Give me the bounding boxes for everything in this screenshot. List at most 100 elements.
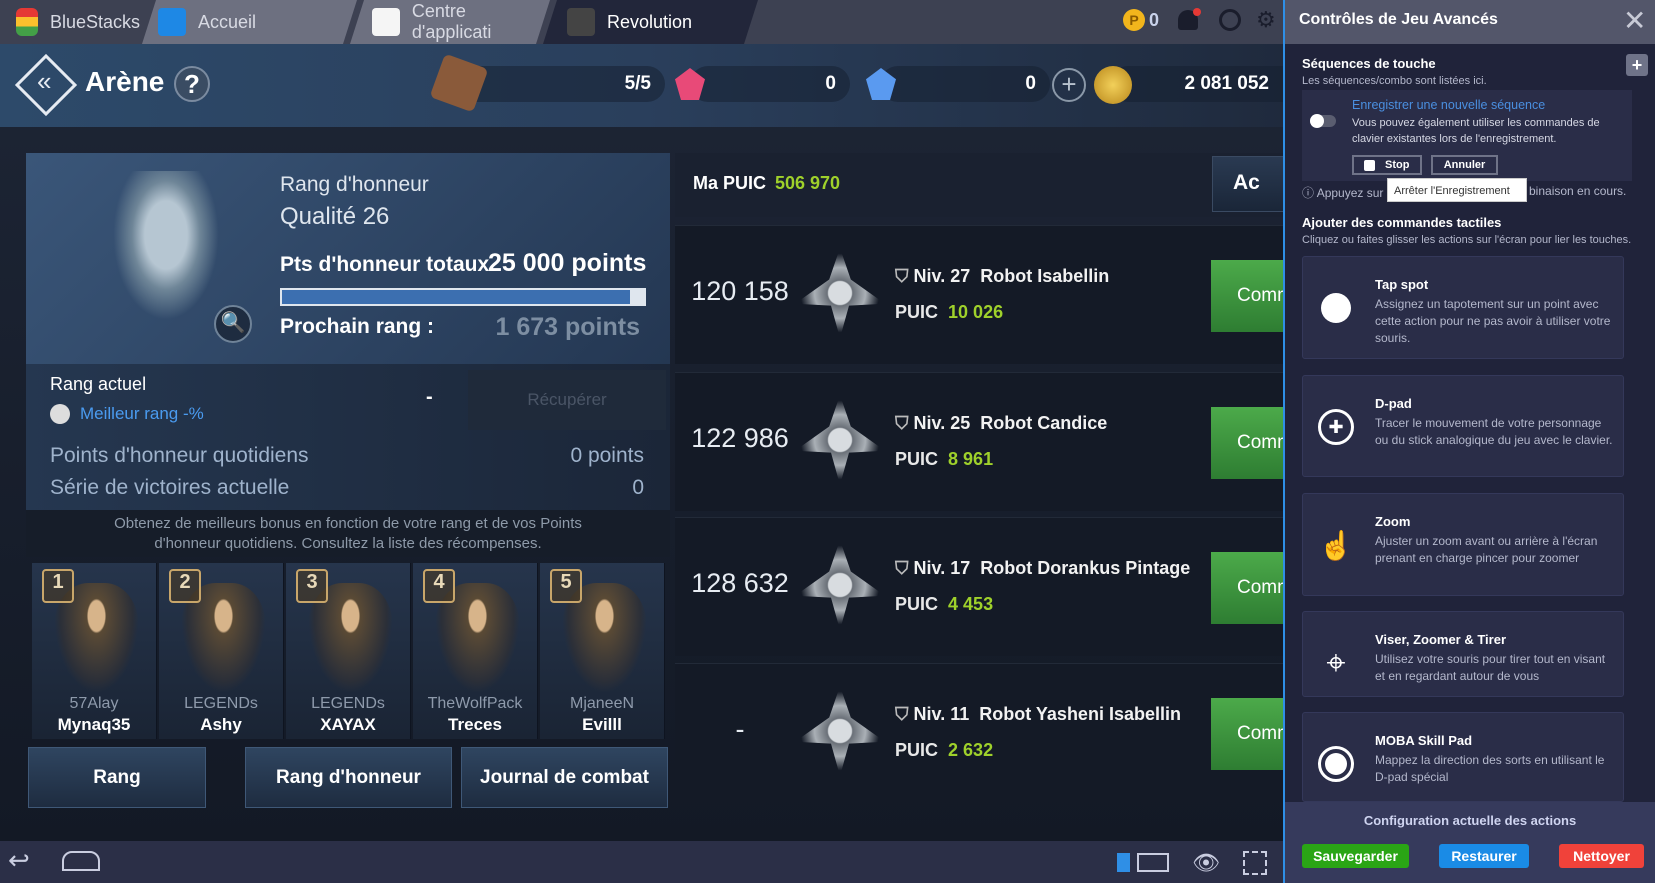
eye-icon[interactable]: 👁: [1192, 850, 1220, 876]
keyboard-icon[interactable]: [1137, 853, 1169, 872]
gold-counter: 2 081 052: [1110, 66, 1283, 102]
fight-button[interactable]: Comm: [1211, 552, 1293, 624]
shield-icon: ⛉: [895, 266, 914, 286]
control-description: Tracer le mouvement de votre personnage …: [1375, 416, 1613, 447]
dpad-icon: ✚: [1317, 408, 1355, 446]
control-title: Viser, Zoomer & Tirer: [1375, 632, 1507, 647]
rank-button[interactable]: Rang: [28, 747, 206, 808]
best-rank-link[interactable]: Meilleur rang -%: [80, 404, 204, 424]
opponent-row: 120 158 ⛉ Niv. 27 Robot Isabellin PUIC 10 …: [675, 225, 1293, 364]
footer-title: Configuration actuelle des actions: [1363, 813, 1577, 828]
search-icon: [50, 404, 70, 424]
top-player-card[interactable]: 3 LEGENDs XAYAX: [286, 563, 411, 739]
panel-footer: Configuration actuelle des actions: [1285, 802, 1655, 883]
opponent-puic: 10 026: [948, 302, 1004, 322]
my-puic-label: Ma PUIC: [693, 173, 767, 193]
player-name: Evilll: [582, 715, 622, 734]
crosshair-icon: ⌖: [1326, 644, 1346, 682]
arena-header: « Arène ? 5/5 0 0 + 2 081 052: [0, 44, 1283, 127]
player-name: Treces: [448, 715, 502, 734]
player-name: Mynaq35: [57, 715, 131, 734]
rank-badge: 5: [550, 569, 582, 603]
rank-emblem-icon: [795, 395, 885, 485]
rank-emblem-icon: [795, 686, 885, 776]
top-player-card[interactable]: 1 57Alay Mynaq35: [32, 563, 157, 739]
gear-icon[interactable]: ⚙: [1256, 7, 1276, 33]
coin-icon[interactable]: P: [1123, 9, 1145, 31]
daily-points-value: 0 points: [570, 444, 644, 467]
save-button[interactable]: Sauvegarder: [1302, 844, 1409, 868]
blue-gem-value: 0: [1025, 73, 1036, 94]
puic-label: PUIC: [895, 740, 939, 760]
claim-button[interactable]: Récupérer: [468, 370, 666, 430]
top-player-card[interactable]: 4 TheWolfPack Treces: [413, 563, 538, 739]
revolution-game-icon: [567, 8, 595, 36]
coin-count: 0: [1149, 10, 1160, 30]
restore-button[interactable]: Restaurer: [1439, 844, 1529, 868]
top-player-card[interactable]: 2 LEGENDs Ashy: [159, 563, 284, 739]
tab-bar: BlueStacks Accueil Centre d'applicati Re…: [0, 0, 1283, 44]
opponent-level: Niv. 27: [913, 266, 971, 286]
total-points-value: 25 000 points: [488, 249, 647, 277]
lock-icon[interactable]: [1117, 853, 1130, 872]
opponent-name: Robot Isabellin: [980, 266, 1110, 286]
opponent-level: Niv. 11: [913, 704, 970, 724]
touch-control-card[interactable]: ✚ D-pad Tracer le mouvement de votre perso…: [1302, 375, 1624, 477]
control-description: Utilisez votre souris pour tirer tout en…: [1375, 652, 1606, 683]
honor-heading: Rang d'honneur: [280, 173, 429, 196]
puic-label: PUIC: [895, 302, 939, 322]
daily-points-label: Points d'honneur quotidiens: [50, 444, 309, 467]
tab-app-center[interactable]: Centre d'applicati: [350, 0, 550, 44]
bell-icon[interactable]: [1178, 8, 1201, 30]
clear-button[interactable]: Nettoyer: [1559, 844, 1644, 868]
fullscreen-icon[interactable]: [1243, 851, 1267, 875]
tab-label: Revolution: [607, 11, 693, 32]
control-title: Tap spot: [1375, 277, 1429, 292]
combat-log-button[interactable]: Journal de combat: [461, 747, 668, 808]
puic-label: PUIC: [895, 449, 939, 469]
opponent-row: - ⛉ Niv. 11 Robot Yasheni Isabellin PUIC 2…: [675, 663, 1293, 802]
action-button[interactable]: Ac: [1212, 156, 1292, 212]
back-icon[interactable]: ↩: [8, 845, 30, 876]
tab-revolution[interactable]: Revolution: [543, 0, 758, 44]
magnify-button[interactable]: 🔍: [214, 305, 252, 343]
shield-icon: ⛉: [895, 558, 914, 578]
touch-control-card[interactable]: Tap spot Assignez un tapotement sur un po…: [1302, 256, 1624, 359]
control-description: Mappez la direction des sorts en utilisa…: [1375, 753, 1605, 784]
rank-badge: 1: [42, 569, 74, 603]
profile-icon[interactable]: [1219, 9, 1241, 31]
player-guild: 57Alay: [69, 695, 119, 712]
touch-control-card[interactable]: ☝ Zoom Ajuster un zoom avant ou arrière à …: [1302, 493, 1624, 596]
total-points-label: Pts d'honneur totaux: [280, 253, 490, 276]
red-gem-value: 0: [825, 73, 836, 94]
honor-rank-button[interactable]: Rang d'honneur: [245, 747, 452, 808]
opponent-rank: 128 632: [691, 568, 789, 598]
advanced-controls-panel: Contrôles de Jeu Avancés ✕ Séquences de …: [1283, 0, 1655, 883]
circle-icon: [1317, 289, 1355, 327]
home-icon[interactable]: [62, 851, 100, 871]
rank-badge: 3: [296, 569, 328, 603]
honor-emblem: [106, 171, 226, 331]
rank-emblem-icon: [795, 540, 885, 630]
current-rank-label: Rang actuel: [50, 374, 147, 394]
fight-button[interactable]: Comm: [1211, 698, 1293, 770]
touch-control-card[interactable]: MOBA Skill Pad Mappez la direction des so…: [1302, 712, 1624, 802]
tab-accueil[interactable]: Accueil: [142, 0, 357, 44]
add-gems-button[interactable]: +: [1052, 68, 1086, 102]
tab-label: Centre d'applicati: [411, 1, 492, 42]
ticket-value: 5/5: [624, 73, 651, 94]
top-player-card[interactable]: 5 MjaneeN Evilll: [540, 563, 665, 739]
shield-icon: ⛉: [895, 704, 914, 724]
touch-control-card[interactable]: ⌖ Viser, Zoomer & Tirer Utilisez votre sou…: [1302, 611, 1624, 697]
crossbow-icon: [429, 53, 489, 113]
opponent-name: Robot Candice: [980, 413, 1108, 433]
bluestacks-logo: BlueStacks: [0, 0, 140, 44]
help-button[interactable]: ?: [174, 66, 210, 102]
rank-badge: 2: [169, 569, 201, 603]
home-icon: [158, 8, 186, 36]
current-rank-section: Rang actuel Meilleur rang -% - Récupérer…: [26, 364, 670, 510]
fight-button[interactable]: Comm: [1211, 407, 1293, 479]
app-name: BlueStacks: [49, 11, 140, 32]
gold-value: 2 081 052: [1184, 73, 1269, 94]
fight-button[interactable]: Comm: [1211, 260, 1293, 332]
